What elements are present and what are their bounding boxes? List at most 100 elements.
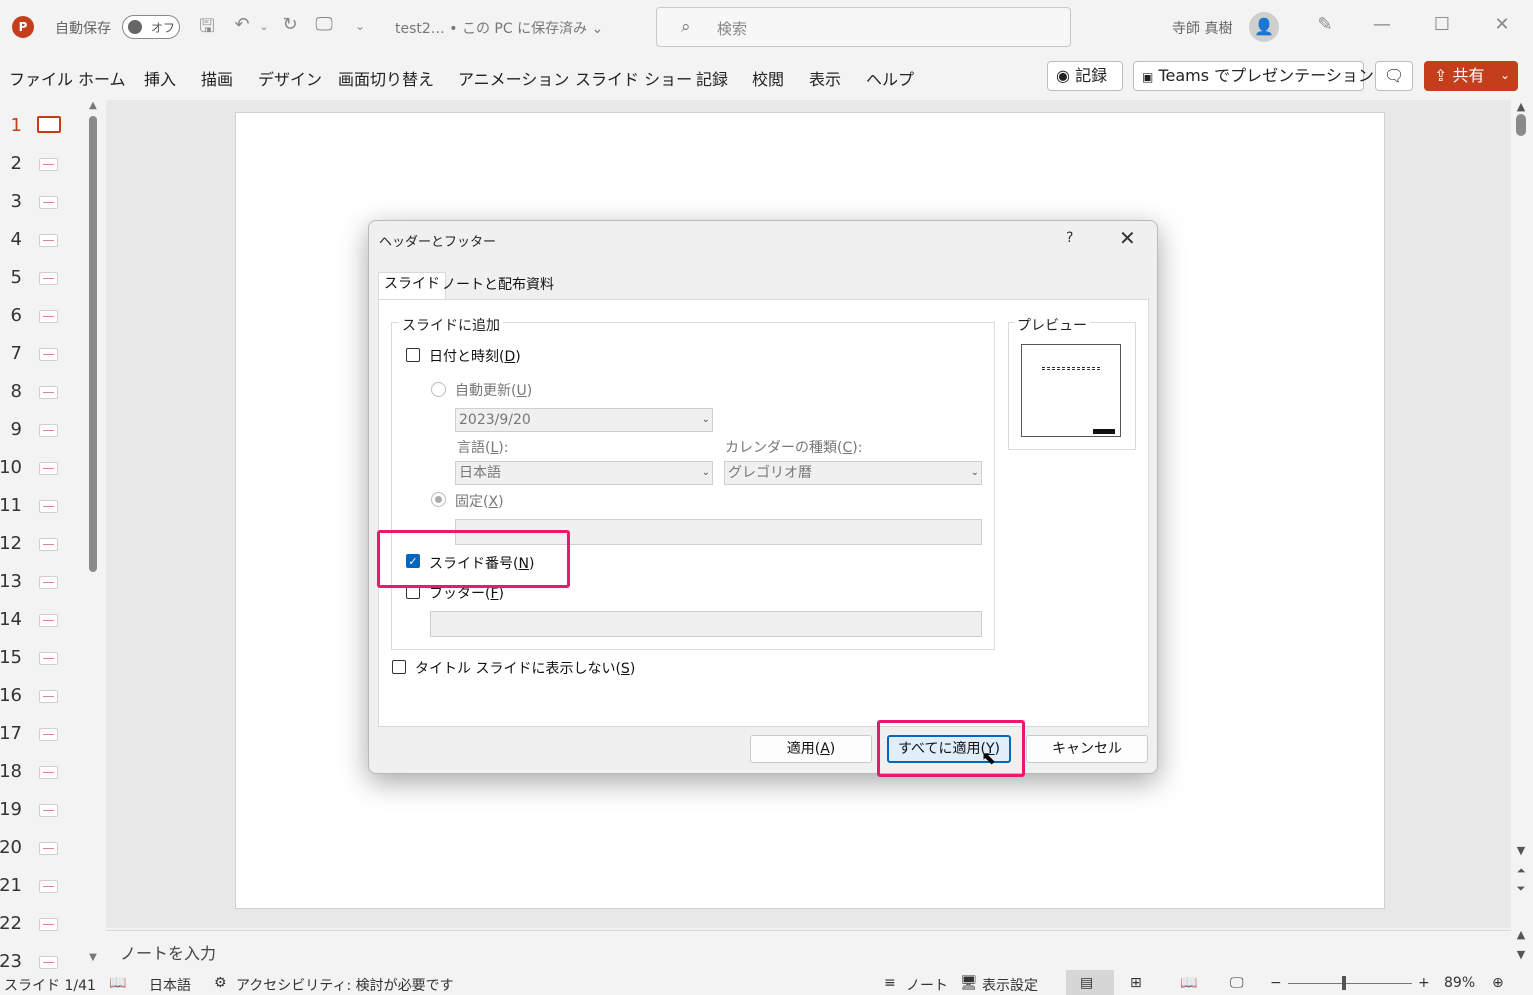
slide-thumbnail[interactable]: 19 (0, 799, 80, 837)
slide-thumbnail[interactable]: 22 (0, 913, 80, 951)
user-name[interactable]: 寺師 真樹 (1172, 18, 1232, 38)
menu-slideshow[interactable]: スライド ショー (575, 66, 692, 90)
close-window-icon[interactable]: ✕ (1487, 14, 1517, 35)
scroll-up-icon[interactable]: ▲ (1513, 100, 1529, 113)
editor-scrollbar[interactable]: ▲ ▼ ⏶ ⏷ ▲ ▼ (1513, 100, 1529, 968)
language-indicator[interactable]: 日本語 (149, 975, 191, 995)
slide-thumbnail[interactable]: 3 (0, 191, 80, 229)
menu-animations[interactable]: アニメーション (458, 66, 569, 90)
accessibility-status[interactable]: アクセシビリティ: 検討が必要です (236, 975, 454, 995)
slide-sorter-icon[interactable]: ⊞ (1130, 975, 1142, 991)
slide-thumbnail[interactable]: 5 (0, 267, 80, 305)
slide-thumbnail[interactable]: 21 (0, 875, 80, 913)
slide-thumbnail[interactable]: 2 (0, 153, 80, 191)
slide-thumbnail[interactable]: 1 (0, 115, 80, 153)
record-button[interactable]: ◉ 記録 (1047, 61, 1123, 91)
minimize-icon[interactable]: — (1367, 14, 1397, 35)
scroll-down-icon[interactable]: ▼ (86, 952, 100, 963)
menu-file[interactable]: ファイル (9, 66, 73, 90)
previous-slide-icon[interactable]: ⏶ (1513, 864, 1529, 878)
slide-thumbnail[interactable]: 6 (0, 305, 80, 343)
scrollbar-thumb[interactable] (89, 116, 97, 572)
slide-thumbnail[interactable]: 15 (0, 647, 80, 685)
zoom-level[interactable]: 89% (1444, 975, 1475, 991)
thumbnail-scrollbar[interactable]: ▲ ▼ (86, 100, 100, 968)
menu-view[interactable]: 表示 (809, 66, 841, 90)
help-button[interactable]: ? (1066, 230, 1073, 246)
fixed-radio[interactable] (431, 492, 446, 507)
notes-scroll-up-icon[interactable]: ▲ (1513, 928, 1529, 941)
menu-draw[interactable]: 描画 (201, 66, 233, 90)
share-dropdown-icon[interactable]: ⌄ (1500, 60, 1510, 90)
cancel-button[interactable]: キャンセル (1026, 735, 1148, 763)
search-box[interactable]: ⌕ 検索 (656, 7, 1071, 47)
save-icon[interactable]: 🖫 (195, 14, 219, 44)
pen-icon[interactable]: ✎ (1310, 14, 1340, 35)
notes-toggle[interactable]: ノート (906, 975, 948, 995)
slide-thumbnail[interactable]: 12 (0, 533, 80, 571)
date-format-select[interactable]: 2023/9/20 ⌄ (455, 408, 713, 432)
zoom-in-button[interactable]: + (1418, 975, 1430, 991)
scroll-up-icon[interactable]: ▲ (86, 100, 100, 111)
slide-thumbnail-image (39, 234, 58, 247)
slide-thumbnail[interactable]: 4 (0, 229, 80, 267)
thumbnail-content-line (43, 924, 54, 925)
reading-view-icon[interactable]: 📖 (1180, 975, 1197, 991)
zoom-slider[interactable] (1288, 983, 1412, 984)
slide-thumbnail[interactable]: 13 (0, 571, 80, 609)
language-select[interactable]: 日本語 ⌄ (455, 461, 713, 485)
menu-home[interactable]: ホーム (78, 66, 126, 90)
fit-to-window-icon[interactable]: ⊕ (1492, 975, 1504, 991)
notes-scroll-down-icon[interactable]: ▼ (1513, 948, 1529, 961)
menu-help[interactable]: ヘルプ (866, 66, 914, 90)
menu-record[interactable]: 記録 (696, 66, 728, 90)
avatar[interactable]: 👤 (1249, 12, 1279, 42)
next-slide-icon[interactable]: ⏷ (1513, 882, 1529, 896)
customize-toolbar-icon[interactable]: ⌄ (348, 19, 372, 33)
share-button[interactable]: ⇪ 共有 ⌄ (1424, 61, 1518, 91)
slide-thumbnail[interactable]: 8 (0, 381, 80, 419)
document-title[interactable]: test2… • この PC に保存済み ⌄ (395, 18, 603, 38)
tab-slide[interactable]: スライド (378, 272, 446, 299)
menu-insert[interactable]: 挿入 (144, 66, 176, 90)
scrollbar-thumb[interactable] (1516, 114, 1526, 136)
display-settings[interactable]: 表示設定 (982, 975, 1038, 995)
thumbnail-content-line (43, 316, 54, 317)
slideshow-start-icon[interactable]: 🖵 (312, 14, 336, 35)
slide-thumbnail[interactable]: 17 (0, 723, 80, 761)
menu-transitions[interactable]: 画面切り替え (338, 66, 434, 90)
slide-thumbnail[interactable]: 9 (0, 419, 80, 457)
menu-design[interactable]: デザイン (258, 66, 322, 90)
teams-present-button[interactable]: ▣ Teams でプレゼンテーション (1133, 61, 1374, 91)
slide-thumbnail[interactable]: 18 (0, 761, 80, 799)
zoom-slider-knob[interactable] (1342, 976, 1346, 990)
undo-icon[interactable]: ↶ (230, 14, 254, 35)
slide-thumbnail[interactable]: 20 (0, 837, 80, 875)
menu-review[interactable]: 校閲 (752, 66, 784, 90)
maximize-icon[interactable]: ☐ (1427, 14, 1457, 35)
apply-button[interactable]: 適用(A) (750, 735, 872, 763)
autosave-toggle[interactable]: オフ (122, 15, 180, 39)
close-icon[interactable]: ✕ (1119, 226, 1136, 250)
scroll-down-icon[interactable]: ▼ (1513, 844, 1529, 857)
zoom-out-button[interactable]: − (1270, 975, 1282, 991)
undo-dropdown-icon[interactable]: ⌄ (252, 20, 276, 33)
auto-update-radio[interactable] (431, 382, 446, 397)
slide-thumbnail[interactable]: 7 (0, 343, 80, 381)
date-time-checkbox[interactable] (406, 348, 420, 362)
slide-thumbnail[interactable]: 10 (0, 457, 80, 495)
footer-text-input[interactable] (430, 611, 982, 637)
slide-thumbnail[interactable]: 11 (0, 495, 80, 533)
normal-view-icon[interactable]: ▤ (1080, 975, 1093, 991)
hide-on-title-slide-checkbox[interactable] (392, 660, 406, 674)
slide-thumbnail[interactable]: 14 (0, 609, 80, 647)
redo-icon[interactable]: ↻ (278, 14, 302, 35)
spellcheck-icon[interactable]: 📖 (109, 975, 126, 991)
tab-notes-handouts[interactable]: ノートと配布資料 (437, 274, 559, 299)
slide-thumbnail-image (39, 538, 58, 551)
notes-pane[interactable]: ノートを入力 (106, 930, 1511, 968)
calendar-select[interactable]: グレゴリオ暦 ⌄ (724, 461, 982, 485)
slide-thumbnail[interactable]: 16 (0, 685, 80, 723)
slideshow-view-icon[interactable]: 🖵 (1230, 975, 1244, 991)
comments-button[interactable]: 🗨 (1375, 61, 1413, 91)
